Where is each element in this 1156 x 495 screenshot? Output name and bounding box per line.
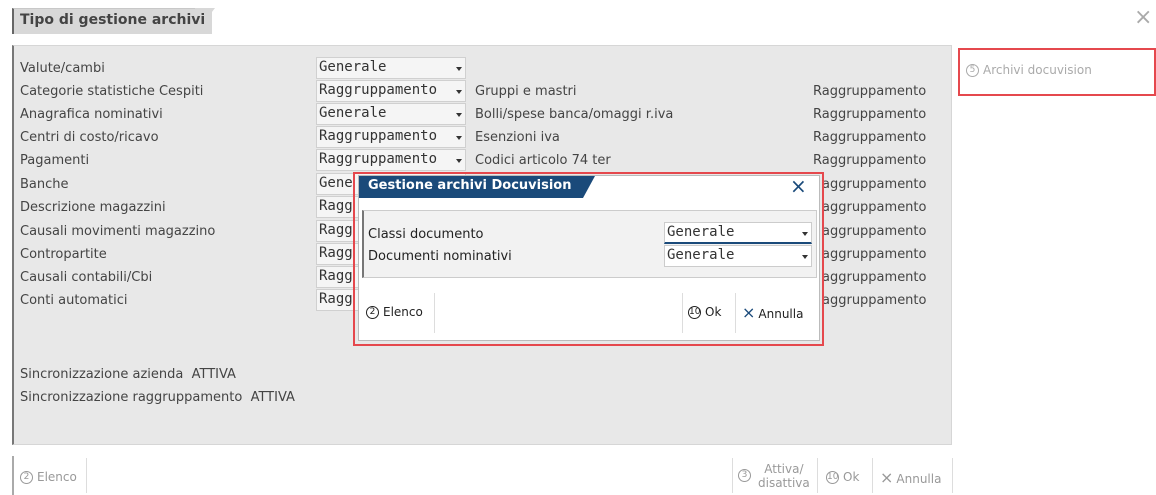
combo-anagrafica[interactable]: Generale (316, 103, 466, 125)
row-label-causali-mag: Causali movimenti magazzino (20, 224, 216, 239)
combo-valute[interactable]: Generale (316, 57, 466, 79)
combo-classi-documento[interactable]: Generale (664, 222, 812, 244)
dialog-ok-button[interactable]: 10 Ok (688, 305, 721, 319)
value-gruppi[interactable]: Raggruppamento (813, 84, 926, 99)
row-label-bolli: Bolli/spese banca/omaggi r.iva (475, 107, 674, 122)
row-label-valute: Valute/cambi (20, 61, 105, 76)
elenco-button[interactable]: 2 Elenco (20, 470, 77, 484)
chevron-down-icon (456, 67, 462, 71)
row-label-gruppi: Gruppi e mastri (475, 84, 577, 99)
row-label-banche: Banche (20, 177, 69, 192)
chevron-down-icon (802, 232, 808, 236)
dialog-divider (735, 293, 736, 333)
combo-centri[interactable]: Raggruppamento (316, 126, 466, 148)
toolbar-divider (86, 458, 87, 493)
window-title: Tipo di gestione archivi (20, 12, 206, 28)
close-icon: × (880, 468, 894, 487)
ok-button[interactable]: 10 Ok (826, 470, 859, 484)
value-bolli[interactable]: Raggruppamento (813, 107, 926, 122)
chevron-down-icon (456, 90, 462, 94)
value-col3-10[interactable]: aggruppamento (822, 293, 926, 308)
dialog-title-tab-slant (583, 176, 595, 198)
row-label-centri: Centri di costo/ricavo (20, 130, 159, 145)
value-col3-8[interactable]: aggruppamento (822, 247, 926, 262)
combo-documenti-nominativi[interactable]: Generale (664, 245, 812, 267)
dialog-close-icon[interactable]: × (790, 174, 807, 198)
sync-raggruppamento: Sincronizzazione raggruppamento ATTIVA (20, 390, 295, 405)
combo-pagamenti[interactable]: Raggruppamento (316, 149, 466, 171)
row-label-codici: Codici articolo 74 ter (475, 153, 611, 168)
row-label-magazzini: Descrizione magazzini (20, 200, 166, 215)
window-close-icon[interactable]: × (1134, 7, 1152, 29)
archivi-docuvision-button[interactable]: 5 Archivi docuvision (966, 63, 1092, 77)
toolbar-divider (817, 458, 818, 493)
dialog-annulla-button[interactable]: × Annulla (742, 303, 803, 322)
toolbar-divider (732, 458, 733, 493)
row-label-categorie: Categorie statistiche Cespiti (20, 84, 204, 99)
value-col3-5[interactable]: aggruppamento (822, 177, 926, 192)
toolbar-divider (952, 458, 953, 493)
value-codici[interactable]: Raggruppamento (813, 153, 926, 168)
row-label-esenzioni: Esenzioni iva (475, 130, 560, 145)
row-label-causali-cont: Causali contabili/Cbi (20, 270, 153, 285)
sync-azienda: Sincronizzazione azienda ATTIVA (20, 367, 236, 382)
row-label-conti: Conti automatici (20, 293, 128, 308)
dialog-divider (682, 293, 683, 333)
bottom-toolbar (12, 456, 952, 495)
dialog-form-panel (362, 210, 817, 278)
chevron-down-icon (456, 159, 462, 163)
chevron-down-icon (456, 113, 462, 117)
chevron-down-icon (456, 136, 462, 140)
value-col3-9[interactable]: aggruppamento (822, 270, 926, 285)
row-label-pagamenti: Pagamenti (20, 153, 90, 168)
attiva-disattiva-button[interactable]: 3 (738, 468, 755, 482)
combo-categorie[interactable]: Raggruppamento (316, 80, 466, 102)
chevron-down-icon (802, 255, 808, 259)
row-label-contropartite: Contropartite (20, 247, 107, 262)
row-label-anagrafica: Anagrafica nominativi (20, 107, 163, 122)
toolbar-divider (872, 458, 873, 493)
dialog-title: Gestione archivi Docuvision (368, 178, 572, 193)
field-label-classi: Classi documento (368, 227, 484, 242)
field-label-documenti: Documenti nominativi (368, 249, 512, 264)
dialog-elenco-button[interactable]: 2 Elenco (366, 305, 423, 319)
dialog-divider (434, 293, 435, 333)
close-icon: × (742, 303, 756, 322)
value-esenzioni[interactable]: Raggruppamento (813, 130, 926, 145)
value-col3-7[interactable]: aggruppamento (822, 224, 926, 239)
value-col3-6[interactable]: aggruppamento (822, 200, 926, 215)
attiva-disattiva-label: Attiva/disattiva (758, 462, 810, 490)
annulla-button[interactable]: × Annulla (880, 468, 941, 487)
